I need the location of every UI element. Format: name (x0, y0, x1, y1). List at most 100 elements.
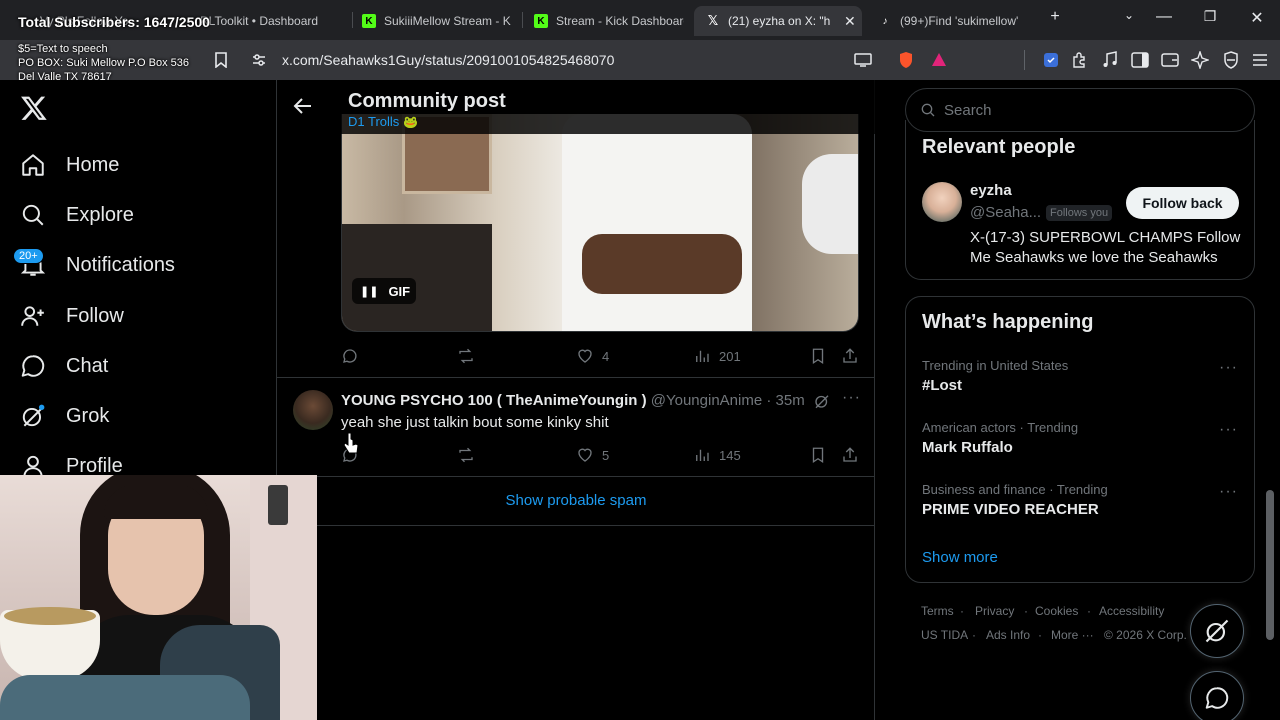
more-options-icon[interactable]: ··· (1219, 483, 1238, 501)
repost-button[interactable] (457, 344, 483, 368)
browser-menu-icon[interactable] (1251, 51, 1269, 69)
minimize-icon[interactable]: — (1152, 8, 1176, 26)
grok-explain-icon[interactable] (813, 392, 831, 415)
blanket-shape (0, 675, 250, 720)
gif-media[interactable]: ❚❚ GIF (341, 114, 859, 332)
pause-icon[interactable]: ❚❚ (360, 285, 378, 298)
nav-grok[interactable]: Grok (20, 396, 109, 436)
share-icon (843, 348, 857, 363)
relevant-people-panel: Relevant people eyzha @Seaha... Follows … (905, 120, 1255, 280)
views-button[interactable]: 201 (693, 344, 741, 368)
footer-link-terms[interactable]: Terms (921, 604, 954, 618)
show-more-link[interactable]: Show more (922, 549, 998, 566)
person-bio: X-(17-3) SUPERBOWL CHAMPS Follow Me Seah… (970, 229, 1241, 266)
footer-link-privacy[interactable]: Privacy (975, 604, 1014, 618)
wallet-icon[interactable] (1161, 51, 1179, 69)
avatar[interactable] (293, 390, 333, 430)
person-name[interactable]: eyzha (970, 182, 1012, 199)
leo-ai-icon[interactable] (1191, 51, 1209, 69)
brave-shield-icon[interactable] (897, 51, 915, 69)
reply-author-name[interactable]: YOUNG PSYCHO 100 ( TheAnimeYoungin ) (341, 392, 647, 409)
avatar[interactable] (922, 182, 962, 222)
gif-badge[interactable]: ❚❚ GIF (352, 278, 416, 304)
cast-icon[interactable] (854, 51, 872, 69)
share-button[interactable] (841, 344, 867, 368)
more-options-icon[interactable]: ··· (1219, 359, 1238, 377)
repost-button[interactable] (457, 443, 483, 467)
more-options-icon[interactable]: ··· (1219, 421, 1238, 439)
like-button[interactable]: 4 (576, 344, 609, 368)
close-window-icon[interactable]: ✕ (1245, 8, 1269, 28)
bookmark-button[interactable] (809, 344, 835, 368)
kick-icon: K (534, 14, 548, 28)
tab-divider (522, 12, 523, 28)
share-button[interactable] (841, 443, 867, 467)
brave-rewards-icon[interactable] (930, 51, 948, 69)
extensions-puzzle-icon[interactable] (1071, 51, 1089, 69)
footer-link-ads-info[interactable]: Ads Info (986, 628, 1030, 642)
footer-link-us-tida[interactable]: US TIDA (921, 628, 968, 642)
community-link[interactable]: D1 Trolls 🐸 (348, 114, 418, 129)
reply-author-handle[interactable]: @YounginAnime (651, 392, 762, 409)
bookmark-icon (812, 348, 824, 365)
follows-you-badge: Follows you (1046, 205, 1113, 221)
add-person-icon (21, 306, 44, 326)
url-text[interactable]: x.com/Seahawks1Guy/status/20910010548254… (282, 52, 614, 68)
footer-separator: · (960, 604, 964, 618)
nav-chat[interactable]: Chat (20, 346, 108, 386)
nav-home[interactable]: Home (20, 145, 119, 185)
tab-x-active[interactable]: 𝕏 (21) eyzha on X: "h ✕ (694, 6, 862, 36)
follow-back-button[interactable]: Follow back (1126, 187, 1239, 219)
tab-kick-dashboard[interactable]: K Stream - Kick Dashboard (534, 6, 684, 36)
grok-floating-button[interactable] (1190, 604, 1244, 658)
nav-explore[interactable]: Explore (20, 195, 134, 235)
reply-button[interactable] (341, 344, 367, 368)
footer-link-cookies[interactable]: Cookies (1035, 604, 1078, 618)
more-options-icon[interactable]: ··· (842, 389, 861, 407)
views-button[interactable]: 145 (693, 443, 741, 467)
tts-overlay: $5=Text to speech (18, 43, 108, 55)
x-logo-icon: 𝕏 (707, 13, 719, 28)
show-probable-spam-link[interactable]: Show probable spam (277, 492, 875, 509)
tab-kick-stream[interactable]: K SukiiiMellow Stream - K (362, 6, 517, 36)
bookmark-button[interactable] (809, 443, 835, 467)
footer-separator: · (1038, 628, 1042, 642)
tab-rltoolkit[interactable]: RLToolkit • Dashboard (200, 6, 350, 36)
close-tab-icon[interactable]: ✕ (844, 13, 856, 30)
chat-bubble-icon (21, 355, 45, 377)
views-chart-icon (696, 449, 709, 461)
new-tab-icon[interactable]: + (1043, 8, 1067, 26)
restore-icon[interactable]: ❐ (1198, 8, 1222, 25)
page-scrollbar[interactable] (1266, 490, 1274, 640)
x-logo[interactable] (20, 94, 48, 127)
chat-floating-button[interactable] (1190, 671, 1244, 720)
tiktok-icon: ♪ (882, 15, 888, 27)
nav-follow[interactable]: Follow (20, 296, 124, 336)
tab-tiktok[interactable]: ♪ (99+)Find 'sukimellow' (878, 6, 1028, 36)
person-handle[interactable]: @Seaha... (970, 204, 1041, 221)
home-icon (22, 154, 44, 176)
reply-actions: 5 145 (341, 443, 861, 467)
main-timeline: Community post D1 Trolls 🐸 ❚❚ GIF 4 201 … (276, 80, 875, 720)
sidebar-toggle-icon[interactable] (1131, 51, 1149, 69)
page-title: Community post (348, 90, 506, 112)
vpn-shield-icon[interactable] (1222, 51, 1240, 69)
address-bar: x.com/Seahawks1Guy/status/20910010548254… (0, 40, 1280, 80)
back-arrow-icon[interactable] (293, 96, 313, 121)
tab-search-chevron-icon[interactable]: ⌄ (1117, 8, 1141, 22)
media-music-icon[interactable] (1101, 51, 1119, 69)
extension-shield-icon[interactable] (1042, 51, 1060, 69)
site-settings-icon[interactable] (250, 51, 268, 69)
bookmark-icon[interactable] (212, 51, 230, 69)
reply-timestamp[interactable]: · 35m (766, 392, 804, 409)
like-button[interactable]: 5 (576, 443, 609, 467)
mouse-cursor-icon (343, 432, 359, 459)
notifications-badge: 20+ (13, 248, 44, 264)
nav-notifications[interactable]: Notifications (20, 245, 175, 285)
views-chart-icon (696, 350, 709, 362)
footer-link-more[interactable]: More ··· (1051, 628, 1094, 642)
footer-separator: · (1024, 604, 1028, 618)
bangs-shape (104, 485, 208, 519)
footer-link-accessibility[interactable]: Accessibility (1099, 604, 1164, 618)
reply-header: YOUNG PSYCHO 100 ( TheAnimeYoungin ) @Yo… (341, 392, 805, 409)
